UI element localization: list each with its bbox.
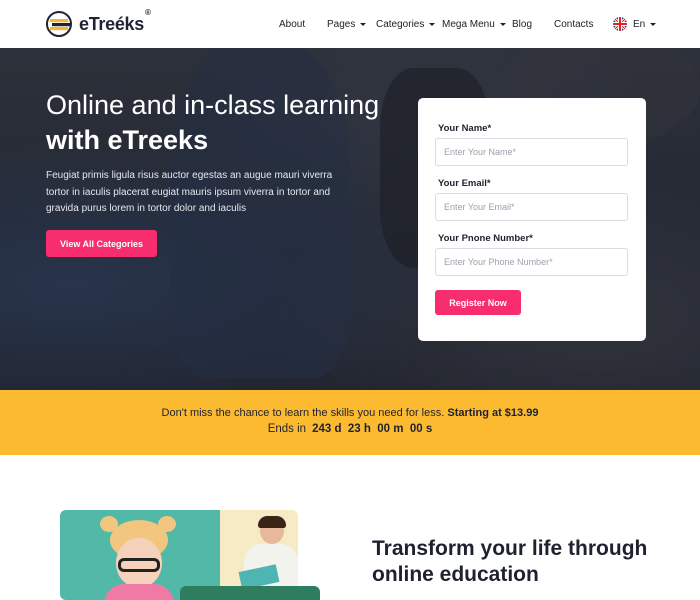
nav-item-mega-menu[interactable]: Mega Menu xyxy=(442,19,506,30)
chevron-down-icon xyxy=(429,23,436,26)
image-detail xyxy=(118,558,160,572)
brand-name: eTreéks® xyxy=(79,7,151,34)
name-label: Your Name* xyxy=(438,123,492,134)
section-title: Transform your life through online educa… xyxy=(372,537,648,586)
nav-item-pages[interactable]: Pages xyxy=(327,19,367,30)
promo-text: Don't miss the chance to learn the skill… xyxy=(161,407,539,419)
image-detail xyxy=(104,584,174,600)
hero-title: Online and in-class learning with eTreek… xyxy=(46,90,380,155)
image-accent-board xyxy=(180,586,320,600)
chevron-down-icon xyxy=(650,22,657,26)
top-navbar: eTreéks® About Pages Categories Mega Men… xyxy=(0,0,700,48)
nav-item-blog[interactable]: Blog xyxy=(512,19,532,30)
promo-countdown: Ends in 243 d 23 h 00 m 00 s xyxy=(267,423,433,435)
nav-item-about[interactable]: About xyxy=(279,19,305,30)
chevron-down-icon xyxy=(360,23,367,26)
phone-input[interactable]: Enter Your Phone Number* xyxy=(435,248,628,276)
nav-item-categories[interactable]: Categories xyxy=(376,19,436,30)
logo-books-icon xyxy=(46,11,72,37)
chevron-down-icon xyxy=(499,23,506,26)
email-input[interactable]: Enter Your Email* xyxy=(435,193,628,221)
language-selector[interactable]: En xyxy=(613,17,657,31)
uk-flag-icon xyxy=(613,17,627,31)
email-label: Your Email* xyxy=(438,178,491,189)
countdown-timer: 243 d 23 h 00 m 00 s xyxy=(312,423,433,435)
hero-description: Feugiat primis ligula risus auctor egest… xyxy=(46,170,333,214)
registration-form: Your Name* Enter Your Name* Your Email* … xyxy=(418,98,646,341)
brand-logo[interactable]: eTreéks® xyxy=(46,7,151,37)
name-input[interactable]: Enter Your Name* xyxy=(435,138,628,166)
register-now-button[interactable]: Register Now xyxy=(435,290,521,315)
nav-item-contacts[interactable]: Contacts xyxy=(554,19,593,30)
image-detail xyxy=(258,516,286,528)
view-all-categories-button[interactable]: View All Categories xyxy=(46,230,157,257)
phone-label: Your Pnone Number* xyxy=(438,233,533,244)
promo-banner: Don't miss the chance to learn the skill… xyxy=(0,390,700,455)
